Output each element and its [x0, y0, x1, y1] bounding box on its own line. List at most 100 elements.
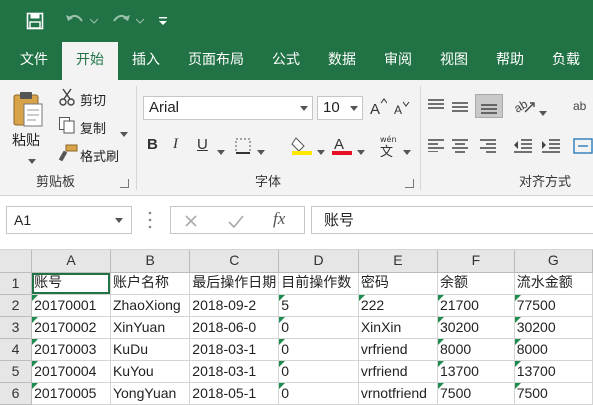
align-middle-icon[interactable] [451, 100, 469, 117]
merge-center-icon[interactable] [573, 138, 593, 157]
cell[interactable]: ZhaoXiong [110, 294, 191, 317]
row-header[interactable]: 6 [0, 382, 33, 405]
align-right-icon[interactable] [479, 138, 497, 157]
tab-load[interactable]: 负载 [538, 42, 593, 80]
cell[interactable]: 2018-09-2 [189, 294, 280, 317]
customize-qat-icon[interactable] [158, 0, 168, 42]
cell[interactable]: 0 [278, 360, 359, 383]
cell[interactable]: XinYuan [110, 316, 191, 339]
cell[interactable]: 密码 [358, 272, 439, 295]
border-dropdown-icon[interactable] [257, 143, 265, 158]
paste-dropdown-icon[interactable] [28, 152, 36, 167]
paste-button[interactable]: 粘贴 [12, 130, 40, 150]
name-box[interactable]: A1 [6, 206, 132, 234]
increase-indent-icon[interactable] [541, 138, 561, 157]
column-header[interactable]: C [189, 250, 280, 273]
wrap-text-icon[interactable]: ab [573, 98, 593, 119]
tab-page-layout[interactable]: 页面布局 [174, 42, 258, 80]
tab-help[interactable]: 帮助 [482, 42, 538, 80]
cell[interactable]: YongYuan [110, 382, 191, 405]
enter-icon[interactable] [227, 213, 245, 232]
cell[interactable]: vrfriend [358, 338, 439, 361]
orientation-dropdown-icon[interactable] [539, 104, 547, 119]
copy-icon[interactable] [58, 116, 76, 137]
cell[interactable]: 2018-06-0 [189, 316, 280, 339]
font-launcher-icon[interactable] [405, 179, 414, 188]
cancel-icon[interactable] [183, 213, 199, 232]
cell[interactable]: 13700 [514, 360, 593, 383]
tab-view[interactable]: 视图 [426, 42, 482, 80]
bold-icon[interactable]: B [147, 136, 158, 153]
cell[interactable]: 0 [278, 338, 359, 361]
cell[interactable]: 8000 [437, 338, 515, 361]
formula-input[interactable]: 账号 [311, 206, 593, 234]
cell[interactable]: 账号 [31, 272, 111, 295]
cell[interactable]: 最后操作日期 [189, 272, 280, 295]
cut-button[interactable]: 剪切 [80, 90, 106, 109]
insert-function-icon[interactable]: fx [273, 209, 285, 229]
cell[interactable]: 20170002 [31, 316, 111, 339]
cell[interactable]: 8000 [514, 338, 593, 361]
row-header[interactable]: 1 [0, 272, 33, 295]
row-header[interactable]: 5 [0, 360, 33, 383]
cell[interactable]: 7500 [514, 382, 593, 405]
row-header[interactable]: 3 [0, 316, 33, 339]
increase-font-size-icon[interactable]: A [369, 98, 388, 119]
phonetic-dropdown-icon[interactable] [403, 143, 411, 158]
copy-button[interactable]: 复制 [80, 118, 106, 137]
redo-dropdown-icon[interactable] [136, 0, 144, 42]
row-header[interactable]: 4 [0, 338, 33, 361]
cell[interactable]: 20170001 [31, 294, 111, 317]
cell[interactable]: 30200 [437, 316, 515, 339]
column-header[interactable]: F [437, 250, 515, 273]
more-options-icon[interactable] [148, 210, 152, 233]
format-painter-button[interactable]: 格式刷 [80, 146, 119, 165]
cell[interactable]: 5 [278, 294, 359, 317]
cell[interactable]: vrnotfriend [358, 382, 439, 405]
italic-icon[interactable]: I [173, 136, 178, 153]
cell[interactable]: 20170003 [31, 338, 111, 361]
cell[interactable]: KuDu [110, 338, 191, 361]
cell[interactable]: 0 [278, 382, 359, 405]
cell[interactable]: 7500 [437, 382, 515, 405]
align-top-icon[interactable] [427, 98, 445, 115]
cell[interactable]: 余额 [437, 272, 515, 295]
clipboard-launcher-icon[interactable] [120, 179, 129, 188]
column-header[interactable]: B [110, 250, 191, 273]
cell[interactable]: 2018-03-1 [189, 338, 280, 361]
cell[interactable]: 77500 [514, 294, 593, 317]
select-all-corner[interactable] [0, 250, 33, 273]
scissors-icon[interactable] [58, 88, 76, 109]
copy-dropdown-icon[interactable] [120, 125, 128, 140]
fill-color-dropdown-icon[interactable] [317, 143, 325, 158]
tab-insert[interactable]: 插入 [118, 42, 174, 80]
align-bottom-icon[interactable] [475, 94, 503, 118]
phonetic-guide-icon[interactable]: wén 文 [377, 134, 399, 161]
row-header[interactable]: 2 [0, 294, 33, 317]
cell[interactable]: 20170004 [31, 360, 111, 383]
paste-icon[interactable] [10, 90, 46, 133]
cell[interactable]: 30200 [514, 316, 593, 339]
cell[interactable]: 21700 [437, 294, 515, 317]
underline-icon[interactable]: U [197, 136, 208, 153]
tab-formulas[interactable]: 公式 [258, 42, 314, 80]
align-center-icon[interactable] [451, 138, 469, 157]
cell[interactable]: 0 [278, 316, 359, 339]
undo-dropdown-icon[interactable] [90, 0, 98, 42]
cell[interactable]: 2018-03-1 [189, 360, 280, 383]
column-header[interactable]: D [278, 250, 359, 273]
font-color-icon[interactable]: A [331, 134, 353, 159]
cell[interactable]: KuYou [110, 360, 191, 383]
format-painter-icon[interactable] [58, 144, 78, 165]
cell[interactable]: 目前操作数 [278, 272, 359, 295]
cell[interactable]: 13700 [437, 360, 515, 383]
save-icon[interactable] [26, 0, 44, 42]
redo-icon[interactable] [110, 0, 132, 42]
undo-icon[interactable] [64, 0, 86, 42]
align-left-icon[interactable] [427, 138, 445, 155]
fill-color-icon[interactable] [291, 134, 313, 159]
column-header[interactable]: A [31, 250, 111, 273]
cell[interactable]: vrfriend [358, 360, 439, 383]
border-icon[interactable] [235, 138, 251, 157]
column-header[interactable]: G [514, 250, 593, 273]
